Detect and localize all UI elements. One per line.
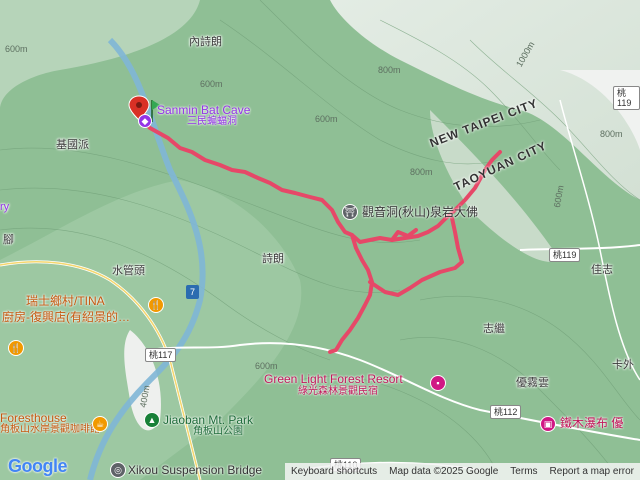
place-zhiji: 志繼 bbox=[483, 323, 505, 335]
bridge-icon[interactable]: ◎ bbox=[110, 462, 126, 478]
hotel-icon[interactable]: ▪ bbox=[430, 375, 446, 391]
report-error-link[interactable]: Report a map error bbox=[544, 466, 640, 477]
place-edge-ry: ry bbox=[0, 201, 10, 213]
bat-cave-label[interactable]: Sanmin Bat Cave 三民蝙蝠洞 bbox=[157, 104, 250, 127]
elev-label: 600m bbox=[5, 44, 28, 54]
place-jiazhi: 佳志 bbox=[591, 264, 613, 276]
road-shield-7: 7 bbox=[186, 285, 200, 299]
google-logo: Google bbox=[8, 456, 68, 476]
place-jiguopai: 基國派 bbox=[56, 139, 89, 151]
jiaoban-park-label[interactable]: Jiaoban Mt. Park 角板山公園 bbox=[163, 414, 253, 437]
elev-label: 600m bbox=[315, 114, 338, 124]
resort-name-zh: 綠光森林景觀民宿 bbox=[298, 386, 378, 397]
tina-restaurant-label-1[interactable]: 瑞士鄉村/TINA bbox=[26, 295, 105, 307]
place-shuiguantou: 水管頭 bbox=[112, 265, 145, 277]
tiemu-falls-name: 鐵木瀑布 bbox=[560, 416, 609, 430]
tiemu-suffix: 優 bbox=[611, 416, 624, 430]
resort-label[interactable]: Green Light Forest Resort 綠光森林景觀民宿 bbox=[264, 373, 403, 397]
elev-label: 800m bbox=[378, 65, 401, 75]
park-tree-icon[interactable]: ▲ bbox=[144, 412, 160, 428]
keyboard-shortcuts-link[interactable]: Keyboard shortcuts bbox=[285, 466, 383, 477]
cafe-icon[interactable]: ☕ bbox=[92, 416, 108, 432]
foresthouse-name-zh: 角板山水岸景觀咖啡館 bbox=[0, 424, 100, 435]
road-shield-tao119-b: 桃119 bbox=[549, 248, 581, 262]
restaurant-icon[interactable]: 🍴 bbox=[148, 297, 164, 313]
jiaoban-name-en: Jiaoban Mt. Park bbox=[163, 413, 254, 427]
tina-restaurant-label-2[interactable]: 廚房-復興店(有紹景的… bbox=[2, 311, 130, 323]
guanyin-cave-label[interactable]: 觀音洞(秋山)泉岩大佛 bbox=[362, 206, 478, 218]
bat-cave-name-en: Sanmin Bat Cave bbox=[157, 103, 251, 117]
place-shilang: 詩朗 bbox=[262, 253, 284, 265]
bat-cave-marker-icon[interactable]: ◆ bbox=[138, 114, 152, 128]
jiaoban-name-zh: 角板山公園 bbox=[193, 426, 243, 437]
elev-label: 800m bbox=[410, 167, 433, 177]
resort-name-en: Green Light Forest Resort bbox=[264, 372, 403, 386]
place-youwuyun: 優霧雲 bbox=[516, 377, 549, 389]
place-edge-jiao: 腳 bbox=[3, 234, 14, 246]
terrain-map[interactable] bbox=[0, 0, 640, 480]
elev-label: 800m bbox=[600, 129, 623, 139]
camera-icon[interactable]: ▣ bbox=[540, 416, 556, 432]
place-kaba: 卡外 bbox=[612, 359, 634, 371]
elev-label: 600m bbox=[200, 79, 223, 89]
map-data-text: Map data ©2025 Google bbox=[389, 466, 499, 477]
xikou-bridge-label[interactable]: Xikou Suspension Bridge bbox=[128, 464, 262, 476]
place-neishilang: 內詩朗 bbox=[189, 36, 222, 48]
road-shield-tao112: 桃112 bbox=[490, 405, 522, 419]
elev-label: 600m bbox=[255, 361, 278, 371]
foresthouse-label[interactable]: Foresthouse 角板山水岸景觀咖啡館 bbox=[0, 412, 100, 435]
attribution-bar: Keyboard shortcuts Map data ©2025 Google… bbox=[285, 463, 640, 480]
road-shield-tao119-a: 桃119 bbox=[613, 86, 640, 110]
restaurant-icon-2[interactable]: 🍴 bbox=[8, 340, 24, 356]
terms-link[interactable]: Terms bbox=[504, 466, 543, 477]
bat-cave-name-zh: 三民蝙蝠洞 bbox=[187, 116, 237, 127]
foresthouse-name-en: Foresthouse bbox=[0, 411, 67, 425]
tiemu-falls-label[interactable]: 鐵木瀑布 優 bbox=[560, 417, 623, 429]
temple-icon[interactable]: ⛩ bbox=[342, 204, 358, 220]
road-shield-tao117: 桃117 bbox=[145, 348, 177, 362]
